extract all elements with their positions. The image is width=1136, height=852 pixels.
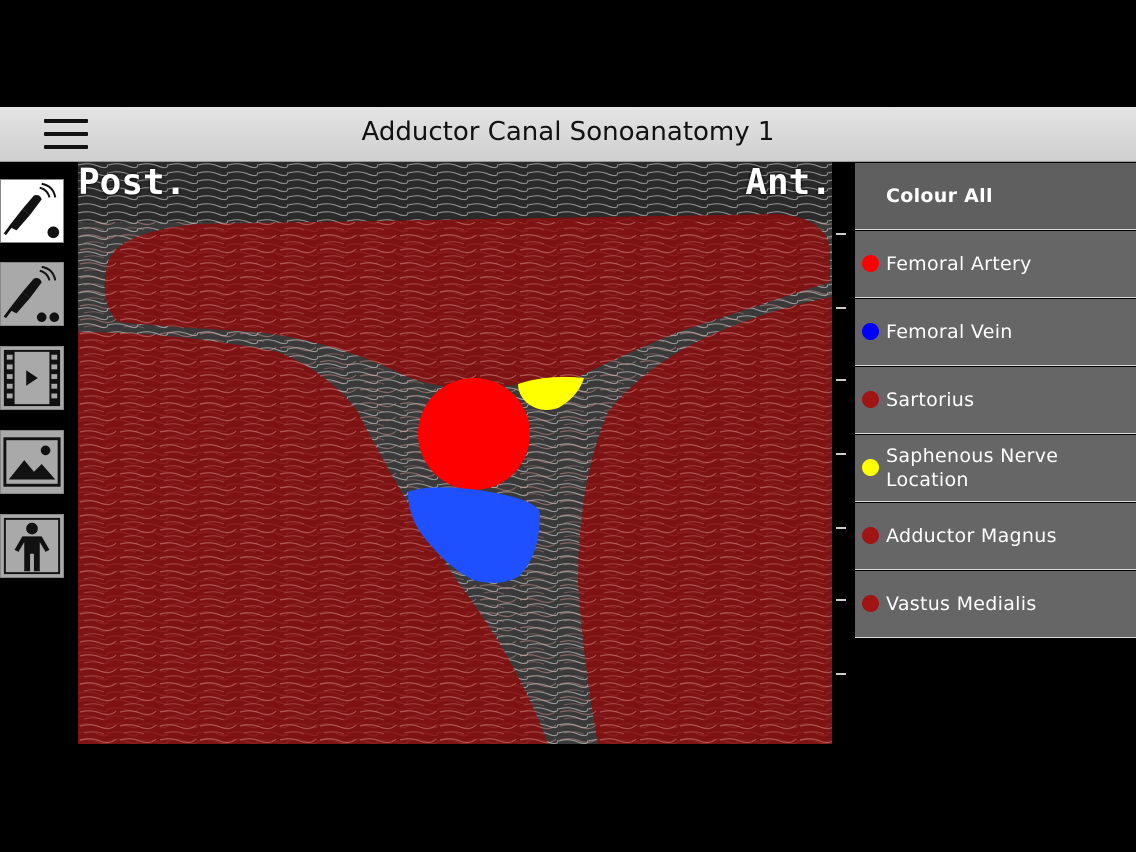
depth-tick: [836, 527, 846, 529]
ultrasound-scan: [78, 162, 832, 744]
legend-item-adductor-magnus[interactable]: Adductor Magnus: [855, 503, 1136, 570]
depth-tick: [836, 379, 846, 381]
legend-item-femoral-artery[interactable]: Femoral Artery: [855, 231, 1136, 298]
page-title: Adductor Canal Sonoanatomy 1: [361, 117, 775, 147]
image-gallery-icon[interactable]: [0, 430, 64, 494]
legend-item-vastus-medialis[interactable]: Vastus Medialis: [855, 571, 1136, 638]
depth-tick: [836, 599, 846, 601]
legend-dot: [862, 323, 879, 340]
depth-tick: [836, 453, 846, 455]
legend-label: Sartorius: [886, 389, 975, 411]
depth-tick: [836, 673, 846, 675]
depth-tick: [836, 233, 846, 235]
legend-label: Femoral Artery: [886, 253, 1032, 275]
top-bar: Adductor Canal Sonoanatomy 1: [0, 107, 1136, 162]
legend-item-saphenous-nerve[interactable]: Saphenous Nerve Location: [855, 435, 1136, 502]
depth-scale: [834, 162, 848, 744]
legend-dot: [862, 527, 879, 544]
femoral-artery-region: [418, 378, 530, 490]
legend-dot: [862, 459, 879, 476]
legend-label: Adductor Magnus: [886, 525, 1057, 547]
legend-dot: [862, 595, 879, 612]
legend-dot: [862, 255, 879, 272]
ultrasound-probe-multi-icon[interactable]: [0, 262, 64, 326]
legend-item-femoral-vein[interactable]: Femoral Vein: [855, 299, 1136, 366]
anterior-label: Ant.: [745, 162, 832, 203]
legend-dot: [862, 391, 879, 408]
legend-label: Vastus Medialis: [886, 593, 1037, 615]
legend-label: Femoral Vein: [886, 321, 1013, 343]
video-play-icon[interactable]: [0, 346, 64, 410]
legend-label: Saphenous Nerve Location: [886, 445, 1059, 491]
ultrasound-image: Post. Ant.: [78, 162, 832, 744]
colour-all-label: Colour All: [886, 185, 993, 207]
ultrasound-probe-icon[interactable]: [0, 179, 64, 243]
colour-all-button[interactable]: Colour All: [855, 163, 1136, 230]
legend-item-sartorius[interactable]: Sartorius: [855, 367, 1136, 434]
patient-position-icon[interactable]: [0, 514, 64, 578]
posterior-label: Post.: [78, 162, 187, 203]
depth-tick: [836, 307, 846, 309]
